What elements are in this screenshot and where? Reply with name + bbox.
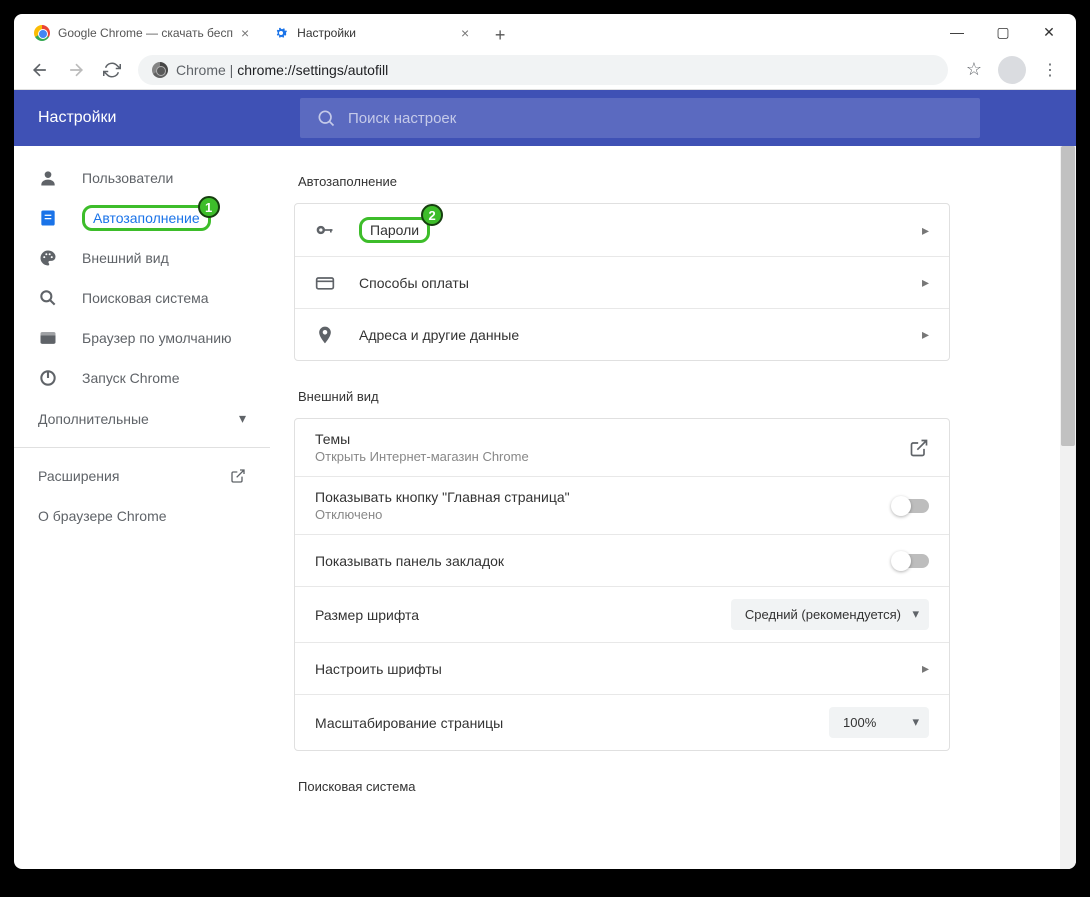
close-tab-icon[interactable]: × (241, 25, 249, 41)
row-label: Темы (315, 431, 909, 447)
gear-icon (273, 25, 289, 41)
scrollbar-thumb[interactable] (1061, 146, 1075, 446)
browser-icon (38, 328, 58, 348)
tab-label: Google Chrome — скачать бесп (58, 26, 233, 40)
key-icon (315, 220, 343, 240)
appearance-card: Темы Открыть Интернет-магазин Chrome Пок… (294, 418, 950, 751)
sidebar-divider (14, 447, 270, 448)
chevron-right-icon: ▸ (922, 326, 929, 343)
tab-settings[interactable]: Настройки × (261, 16, 481, 50)
tab-label: Настройки (297, 26, 356, 40)
sidebar-item-label: Дополнительные (38, 411, 149, 427)
settings-main: Автозаполнение Пароли 2 ▸ Способы оплаты… (270, 146, 990, 869)
row-font-size: Размер шрифта Средний (рекомендуется) (295, 586, 949, 642)
address-bar[interactable]: Chrome | chrome://settings/autofill (138, 55, 948, 85)
row-sublabel: Открыть Интернет-магазин Chrome (315, 449, 909, 464)
sidebar-item-label: Браузер по умолчанию (82, 330, 232, 346)
section-title-appearance: Внешний вид (298, 389, 950, 404)
font-size-select[interactable]: Средний (рекомендуется) (731, 599, 929, 630)
chevron-right-icon: ▸ (922, 222, 929, 239)
person-icon (38, 168, 58, 188)
row-label: Способы оплаты (359, 275, 922, 291)
new-tab-button[interactable]: + (485, 20, 515, 50)
sidebar-item-label: Внешний вид (82, 250, 169, 266)
row-label: Настроить шрифты (315, 661, 922, 677)
annotation-highlight-2: Пароли 2 (359, 217, 430, 243)
external-link-icon (230, 468, 246, 484)
chevron-right-icon: ▸ (922, 660, 929, 677)
row-sublabel: Отключено (315, 507, 893, 522)
credit-card-icon (315, 273, 343, 293)
sidebar-item-label: Расширения (38, 468, 119, 484)
back-button[interactable] (24, 54, 56, 86)
annotation-badge-2: 2 (421, 204, 443, 226)
forward-button[interactable] (60, 54, 92, 86)
reload-button[interactable] (96, 54, 128, 86)
row-page-zoom: Масштабирование страницы 100% (295, 694, 949, 750)
row-label: Пароли (370, 222, 419, 238)
chrome-icon (34, 25, 50, 41)
page-title: Настройки (14, 109, 300, 127)
autofill-card: Пароли 2 ▸ Способы оплаты ▸ Адреса и дру… (294, 203, 950, 361)
sidebar-item-search[interactable]: Поисковая система (14, 278, 270, 318)
row-label: Адреса и другие данные (359, 327, 922, 343)
row-customize-fonts[interactable]: Настроить шрифты ▸ (295, 642, 949, 694)
kebab-menu-button[interactable]: ⋮ (1034, 54, 1066, 86)
toggle-bookmarks-bar[interactable] (893, 554, 929, 568)
row-bookmarks-bar[interactable]: Показывать панель закладок (295, 534, 949, 586)
sidebar-item-label: Автозаполнение (93, 210, 200, 226)
sidebar-item-advanced[interactable]: Дополнительные ▾ (14, 398, 270, 439)
row-passwords[interactable]: Пароли 2 ▸ (295, 204, 949, 256)
annotation-highlight-1: Автозаполнение 1 (82, 205, 211, 231)
chevron-down-icon: ▾ (239, 410, 246, 427)
sidebar-item-startup[interactable]: Запуск Chrome (14, 358, 270, 398)
external-link-icon (909, 438, 929, 458)
tab-strip: Google Chrome — скачать бесп × Настройки… (14, 14, 1076, 50)
sidebar-item-appearance[interactable]: Внешний вид (14, 238, 270, 278)
section-title-search: Поисковая система (298, 779, 950, 794)
row-payment-methods[interactable]: Способы оплаты ▸ (295, 256, 949, 308)
sidebar-item-label: Поисковая система (82, 290, 209, 306)
row-label: Масштабирование страницы (315, 715, 829, 731)
sidebar-item-extensions[interactable]: Расширения (14, 456, 270, 496)
palette-icon (38, 248, 58, 268)
settings-search-input[interactable]: Поиск настроек (300, 98, 980, 138)
power-icon (38, 368, 58, 388)
sidebar-item-label: Запуск Chrome (82, 370, 179, 386)
row-themes[interactable]: Темы Открыть Интернет-магазин Chrome (295, 419, 949, 476)
close-tab-icon[interactable]: × (461, 25, 469, 41)
browser-toolbar: Chrome | chrome://settings/autofill ☆ ⋮ (14, 50, 1076, 90)
row-home-button[interactable]: Показывать кнопку "Главная страница" Отк… (295, 476, 949, 534)
toggle-home-button[interactable] (893, 499, 929, 513)
chrome-site-icon (152, 62, 168, 78)
row-label: Показывать панель закладок (315, 553, 893, 569)
sidebar-item-label: Пользователи (82, 170, 173, 186)
sidebar-item-label: О браузере Chrome (38, 508, 167, 524)
scrollbar-track[interactable] (1060, 146, 1076, 869)
settings-header: Настройки Поиск настроек (14, 90, 1076, 146)
search-icon (38, 288, 58, 308)
autofill-icon (38, 208, 58, 228)
settings-sidebar: Пользователи Автозаполнение 1 Внешний ви… (14, 146, 270, 869)
search-icon (316, 108, 336, 128)
sidebar-item-about[interactable]: О браузере Chrome (14, 496, 270, 536)
row-addresses[interactable]: Адреса и другие данные ▸ (295, 308, 949, 360)
annotation-badge-1: 1 (198, 196, 220, 218)
page-zoom-select[interactable]: 100% (829, 707, 929, 738)
section-title-autofill: Автозаполнение (298, 174, 950, 189)
search-placeholder: Поиск настроек (348, 110, 456, 127)
sidebar-item-autofill[interactable]: Автозаполнение 1 (14, 198, 270, 238)
row-label: Размер шрифта (315, 607, 731, 623)
tab-google-chrome[interactable]: Google Chrome — скачать бесп × (22, 16, 261, 50)
location-icon (315, 325, 343, 345)
sidebar-item-default-browser[interactable]: Браузер по умолчанию (14, 318, 270, 358)
omnibox-scheme: Chrome | chrome://settings/autofill (176, 62, 388, 78)
row-label: Показывать кнопку "Главная страница" (315, 489, 893, 505)
bookmark-star-button[interactable]: ☆ (958, 54, 990, 86)
profile-avatar[interactable] (998, 56, 1026, 84)
chevron-right-icon: ▸ (922, 274, 929, 291)
sidebar-item-users[interactable]: Пользователи (14, 158, 270, 198)
